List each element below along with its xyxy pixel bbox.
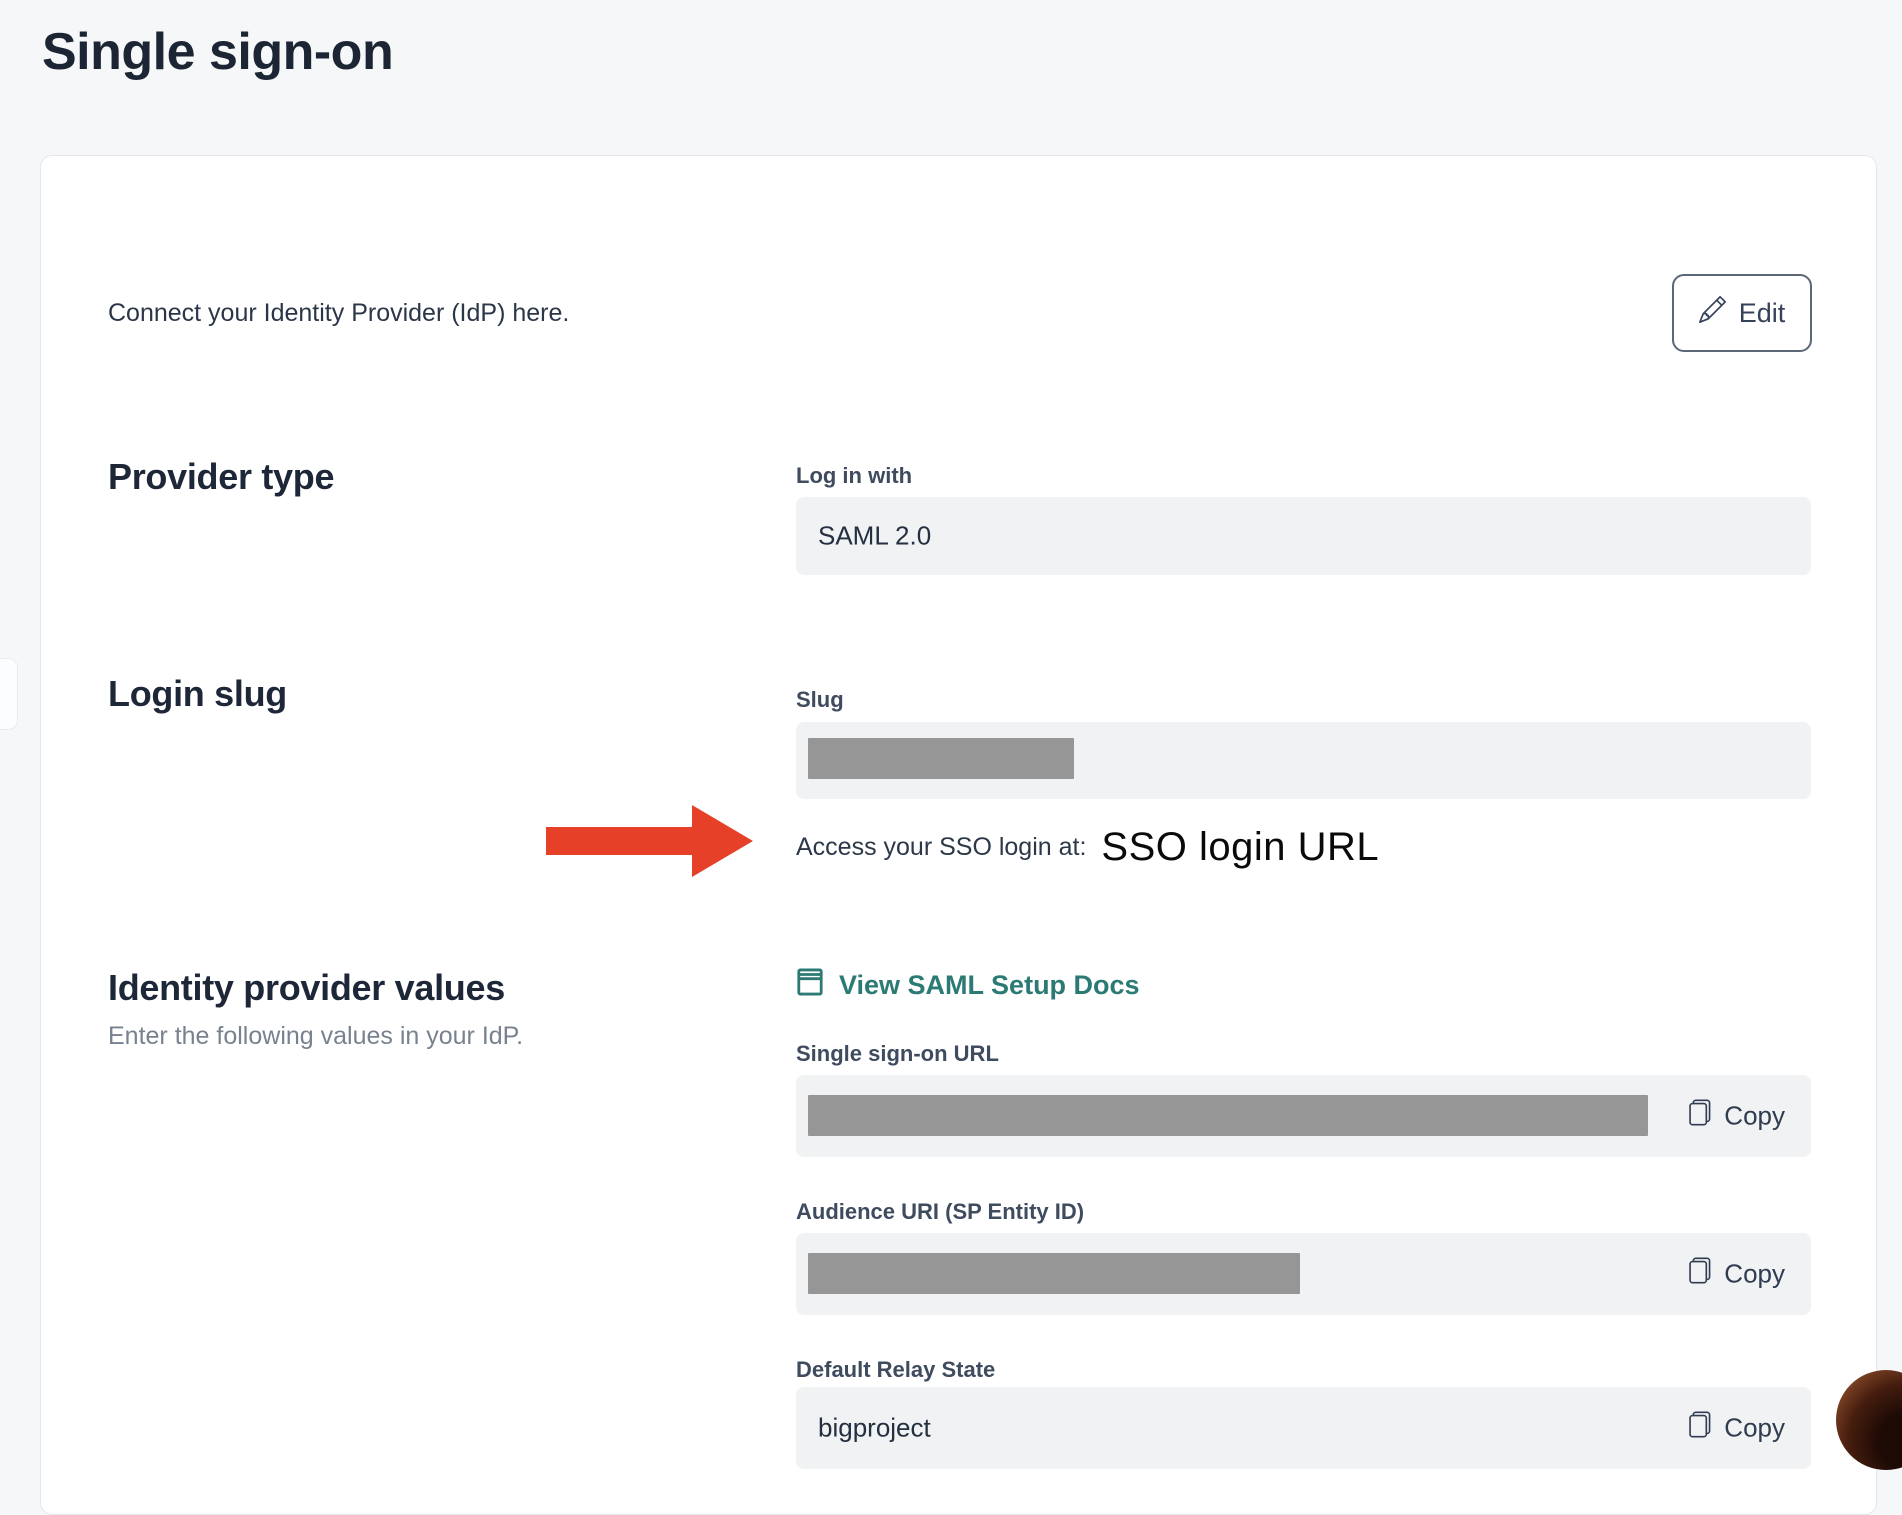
sso-login-url-value: SSO login URL xyxy=(1101,825,1379,870)
slug-field xyxy=(796,722,1811,799)
intro-text: Connect your Identity Provider (IdP) her… xyxy=(108,299,569,328)
sso-url-redacted-value xyxy=(808,1095,1648,1136)
left-edge-panel-handle[interactable] xyxy=(0,658,18,730)
default-relay-state-field: bigproject Copy xyxy=(796,1387,1811,1469)
red-arrow xyxy=(546,827,694,855)
audience-uri-redacted-value xyxy=(808,1253,1300,1294)
edit-button-label: Edit xyxy=(1739,298,1786,329)
copy-icon xyxy=(1686,1100,1712,1133)
sso-url-label: Single sign-on URL xyxy=(796,1041,999,1067)
copy-button-label: Copy xyxy=(1724,1413,1785,1444)
provider-type-field: SAML 2.0 xyxy=(796,497,1811,575)
view-saml-setup-docs-link[interactable]: View SAML Setup Docs xyxy=(796,967,1140,1004)
provider-type-value: SAML 2.0 xyxy=(818,521,931,552)
docs-icon xyxy=(796,967,824,1004)
section-heading-login-slug: Login slug xyxy=(108,673,287,715)
slug-label: Slug xyxy=(796,687,844,713)
sso-login-access-row: Access your SSO login at: SSO login URL xyxy=(796,815,1379,879)
audience-uri-label: Audience URI (SP Entity ID) xyxy=(796,1199,1084,1225)
copy-audience-uri-button[interactable]: Copy xyxy=(1686,1258,1785,1291)
sso-settings-card: Connect your Identity Provider (IdP) her… xyxy=(40,155,1877,1515)
copy-relay-state-button[interactable]: Copy xyxy=(1686,1412,1785,1445)
default-relay-state-value: bigproject xyxy=(818,1413,931,1444)
copy-sso-url-button[interactable]: Copy xyxy=(1686,1100,1785,1133)
docs-link-label: View SAML Setup Docs xyxy=(839,970,1140,1001)
red-arrow-head xyxy=(692,805,753,877)
default-relay-state-label: Default Relay State xyxy=(796,1357,995,1383)
pencil-icon xyxy=(1699,296,1726,330)
audience-uri-field: Copy xyxy=(796,1233,1811,1315)
edit-button[interactable]: Edit xyxy=(1672,274,1812,352)
section-heading-provider-type: Provider type xyxy=(108,456,334,498)
copy-icon xyxy=(1686,1412,1712,1445)
slug-redacted-value xyxy=(808,738,1074,779)
copy-icon xyxy=(1686,1258,1712,1291)
sso-url-field: Copy xyxy=(796,1075,1811,1157)
page-title: Single sign-on xyxy=(42,22,393,82)
access-label: Access your SSO login at: xyxy=(796,833,1086,862)
copy-button-label: Copy xyxy=(1724,1259,1785,1290)
login-with-label: Log in with xyxy=(796,463,912,489)
copy-button-label: Copy xyxy=(1724,1101,1785,1132)
idp-values-subheading: Enter the following values in your IdP. xyxy=(108,1022,523,1051)
section-heading-idp-values: Identity provider values xyxy=(108,967,505,1009)
